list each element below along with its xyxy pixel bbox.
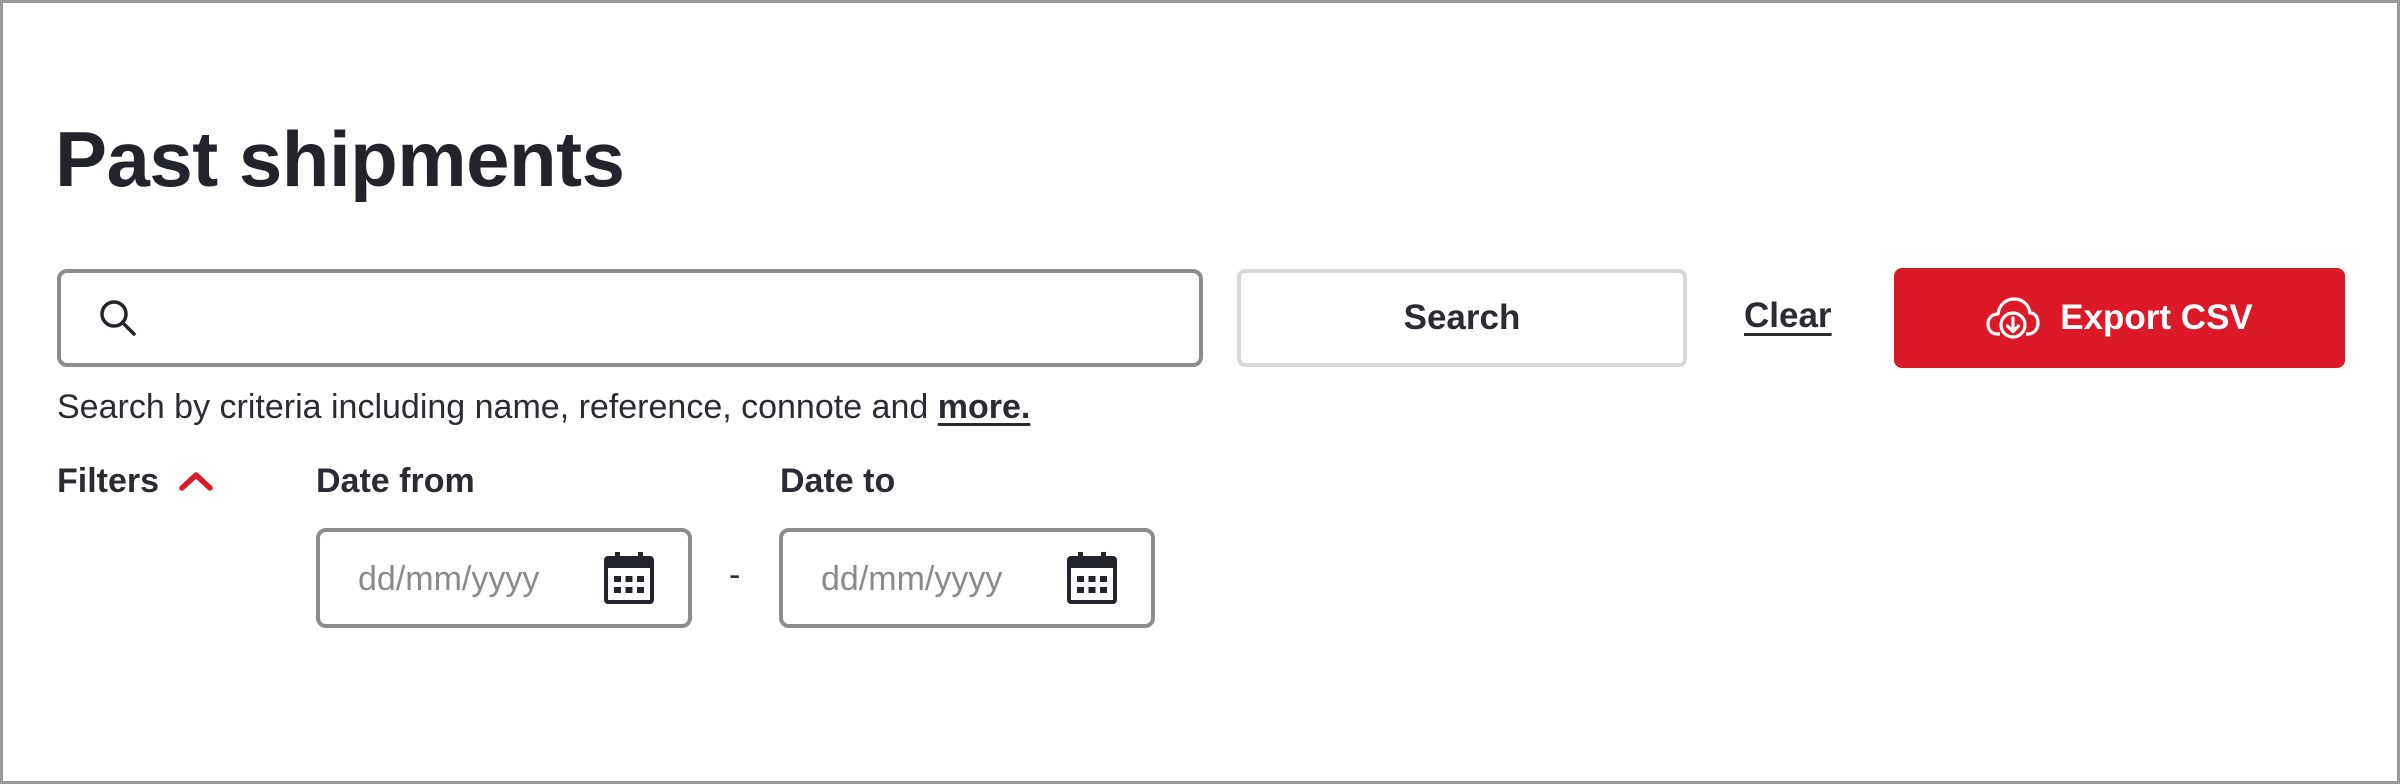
date-from-label: Date from	[316, 462, 475, 500]
search-helper-text: Search by criteria including name, refer…	[57, 385, 1030, 429]
search-button[interactable]: Search	[1237, 269, 1687, 367]
calendar-icon[interactable]	[1065, 550, 1119, 606]
search-icon	[100, 300, 136, 336]
date-from-input[interactable]	[358, 554, 588, 604]
clear-link[interactable]: Clear	[1744, 293, 1832, 339]
date-to-field[interactable]	[779, 528, 1155, 628]
more-link[interactable]: more.	[938, 388, 1031, 426]
calendar-icon[interactable]	[602, 550, 656, 606]
date-range-separator: -	[729, 556, 741, 594]
chevron-up-icon	[179, 472, 213, 491]
page-title: Past shipments	[55, 115, 625, 203]
search-helper-label: Search by criteria including name, refer…	[57, 388, 938, 426]
search-field[interactable]	[57, 269, 1203, 367]
export-csv-label: Export CSV	[2060, 298, 2253, 337]
search-input[interactable]	[157, 283, 1187, 353]
page-frame: Past shipments Search Clear Export CSV S…	[0, 0, 2400, 784]
date-to-label: Date to	[780, 462, 896, 500]
export-csv-button[interactable]: Export CSV	[1894, 268, 2345, 368]
filters-label: Filters	[57, 462, 160, 500]
date-to-input[interactable]	[821, 554, 1051, 604]
filters-toggle[interactable]: Filters	[57, 459, 215, 503]
date-from-field[interactable]	[316, 528, 692, 628]
cloud-download-icon	[1986, 297, 2040, 339]
